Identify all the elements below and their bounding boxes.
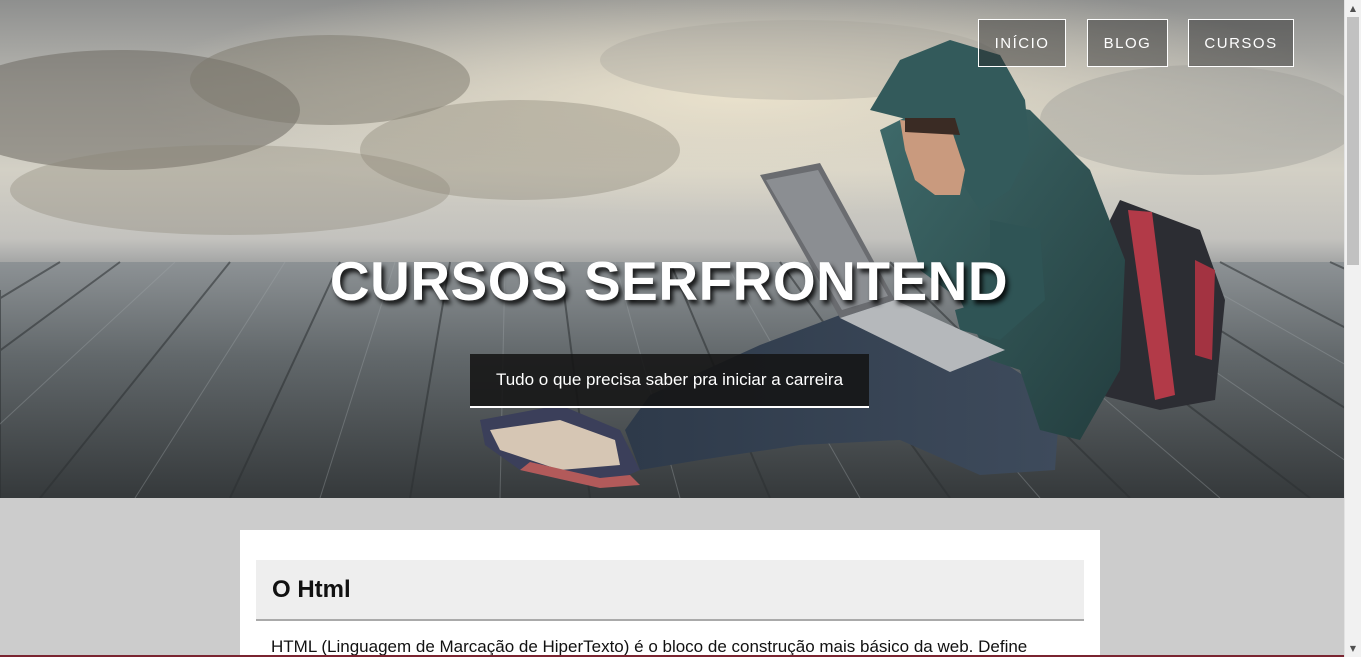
content-card: O Html HTML (Linguagem de Marcação de Hi… bbox=[240, 530, 1100, 657]
nav-item-cursos[interactable]: CURSOS bbox=[1188, 19, 1294, 67]
hero-banner: INÍCIO BLOG CURSOS CURSOS SERFRONTEND Tu… bbox=[0, 0, 1344, 498]
section-paragraph: HTML (Linguagem de Marcação de HiperText… bbox=[271, 637, 1028, 656]
hero-background-image bbox=[0, 0, 1344, 498]
section-title: O Html bbox=[272, 576, 351, 603]
hero-title: CURSOS SERFRONTEND bbox=[329, 250, 1009, 312]
chevron-down-icon[interactable]: ▼ bbox=[1345, 640, 1361, 657]
section-header: O Html bbox=[256, 560, 1084, 621]
page: INÍCIO BLOG CURSOS CURSOS SERFRONTEND Tu… bbox=[0, 0, 1361, 657]
chevron-up-icon[interactable]: ▲ bbox=[1345, 0, 1361, 17]
nav-item-inicio[interactable]: INÍCIO bbox=[978, 19, 1066, 67]
nav-item-blog[interactable]: BLOG bbox=[1087, 19, 1168, 67]
vertical-scrollbar[interactable]: ▲ ▼ bbox=[1344, 0, 1361, 657]
scrollbar-thumb[interactable] bbox=[1347, 17, 1359, 265]
hero-subtitle: Tudo o que precisa saber pra iniciar a c… bbox=[470, 354, 869, 408]
